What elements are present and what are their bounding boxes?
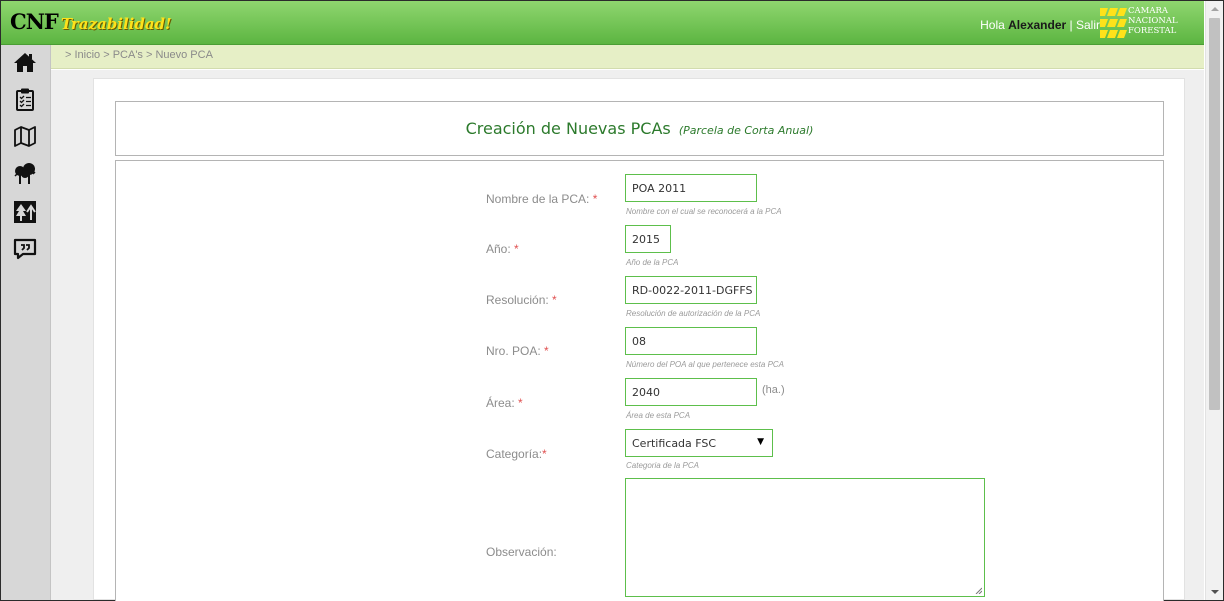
anio-label: Año: *	[486, 242, 519, 256]
page-title-main: Creación de Nuevas PCAs	[465, 119, 671, 138]
observacion-textarea[interactable]	[625, 478, 985, 597]
username: Alexander	[1008, 18, 1067, 32]
user-area: Hola Alexander | Salir	[980, 18, 1100, 32]
breadcrumb-bar: > Inicio > PCA's > Nuevo PCA	[51, 45, 1204, 69]
logout-link[interactable]: Salir	[1076, 18, 1100, 32]
org-line-3: FORESTAL	[1128, 26, 1177, 36]
logo-main-text: CNF	[10, 9, 59, 34]
required-mark: *	[592, 192, 598, 206]
categoria-help: Categoria de la PCA	[626, 461, 699, 470]
area-unit: (ha.)	[762, 384, 785, 396]
nro-poa-help: Número del POA al que pertenece esta PCA	[626, 360, 785, 369]
required-mark: *	[552, 293, 557, 307]
org-logo-text: CAMARA NACIONAL FORESTAL	[1128, 6, 1178, 36]
logo-sub-text: Trazabilidad!	[60, 15, 172, 33]
nombre-label-text: Nombre de la PCA:	[486, 192, 590, 206]
anio-input[interactable]: 2015	[625, 225, 671, 253]
chevron-down-icon: ▼	[757, 437, 764, 447]
scroll-down-arrow-icon[interactable]	[1211, 590, 1219, 594]
scroll-thumb[interactable]	[1209, 18, 1220, 410]
org-logo-mark-icon	[1100, 8, 1127, 38]
trees-icon[interactable]	[13, 162, 37, 186]
home-icon[interactable]	[13, 50, 37, 74]
required-mark: *	[514, 242, 519, 256]
area-label: Área: *	[486, 396, 523, 410]
page-title-subtitle: (Parcela de Corta Anual)	[678, 124, 814, 137]
resolucion-help: Resolución de autorización de la PCA	[626, 309, 761, 318]
org-line-1: CAMARA	[1128, 6, 1169, 16]
map-icon[interactable]	[13, 124, 37, 148]
page-title: Creación de Nuevas PCAs (Parcela de Cort…	[116, 119, 1163, 138]
anio-help: Año de la PCA	[626, 258, 679, 267]
comment-icon[interactable]	[13, 237, 37, 261]
area-input[interactable]: 2040	[625, 378, 757, 406]
top-header: CNF Trazabilidad! Hola Alexander | Salir …	[1, 1, 1204, 45]
required-mark: *	[544, 344, 549, 358]
nombre-input[interactable]: POA 2011	[625, 174, 757, 202]
nro-poa-label: Nro. POA: *	[486, 344, 549, 358]
nombre-help: Nombre con el cual se reconocerá a la PC…	[626, 207, 782, 216]
area-label-text: Área:	[486, 396, 515, 410]
nro-poa-input[interactable]: 08	[625, 327, 757, 355]
required-mark: *	[542, 447, 547, 461]
greeting-text: Hola	[980, 18, 1005, 32]
org-line-2: NACIONAL	[1128, 16, 1178, 26]
required-mark: *	[518, 396, 523, 410]
separator: |	[1069, 18, 1073, 32]
observacion-label-text: Observación:	[486, 545, 557, 559]
observacion-label: Observación:	[486, 545, 557, 559]
nro-poa-label-text: Nro. POA:	[486, 344, 541, 358]
resize-grip-icon[interactable]	[974, 586, 982, 594]
forest-sign-icon[interactable]	[13, 200, 37, 224]
form-header: Creación de Nuevas PCAs (Parcela de Cort…	[115, 101, 1164, 156]
categoria-selected-value: Certificada FSC	[632, 437, 717, 450]
resolucion-label-text: Resolución:	[486, 293, 549, 307]
vertical-scrollbar[interactable]	[1205, 1, 1223, 600]
nombre-label: Nombre de la PCA: *	[486, 192, 597, 206]
categoria-select[interactable]: Certificada FSC ▼	[625, 429, 773, 457]
app-logo[interactable]: CNF Trazabilidad!	[10, 9, 172, 34]
org-logo: CAMARA NACIONAL FORESTAL	[1100, 6, 1192, 42]
anio-label-text: Año:	[486, 242, 511, 256]
categoria-label-text: Categoría:	[486, 447, 543, 461]
clipboard-icon[interactable]	[13, 87, 37, 111]
scroll-up-arrow-icon[interactable]	[1211, 7, 1219, 11]
resolucion-input[interactable]: RD-0022-2011-DGFFS	[625, 276, 757, 304]
resolucion-label: Resolución: *	[486, 293, 557, 307]
categoria-label: Categoría:*	[486, 447, 547, 461]
sidebar	[1, 45, 51, 600]
area-help: Área de esta PCA	[626, 411, 691, 420]
breadcrumb[interactable]: > Inicio > PCA's > Nuevo PCA	[65, 49, 213, 61]
